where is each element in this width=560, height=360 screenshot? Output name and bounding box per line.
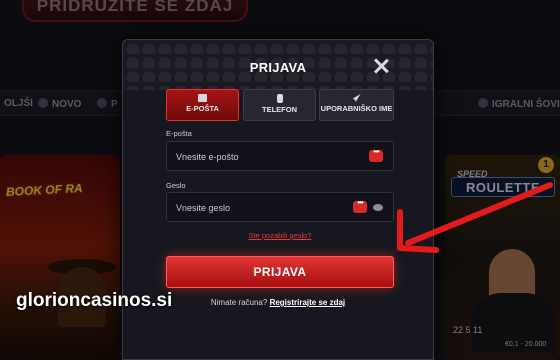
forgot-password-link[interactable]: Ste pozabili geslo?: [166, 231, 394, 240]
signup-text: Nimate računa?: [210, 298, 268, 307]
annotation-arrow-icon: [397, 182, 553, 253]
email-field-box: [166, 141, 394, 171]
tab-username[interactable]: UPORABNIŠKO IME: [319, 89, 394, 121]
rocket-icon: [352, 94, 361, 102]
tab-phone[interactable]: TELEFON: [243, 89, 316, 121]
login-method-tabs: E-POŠTA TELEFON UPORABNIŠKO IME: [166, 89, 394, 121]
email-field[interactable]: [176, 149, 346, 164]
password-manager-icon[interactable]: [369, 147, 383, 162]
login-button[interactable]: PRIJAVA: [166, 256, 394, 288]
password-manager-icon[interactable]: [353, 198, 367, 213]
envelope-icon: [198, 94, 207, 102]
password-field-box: [166, 192, 394, 222]
signup-link[interactable]: Registrirajte se zdaj: [270, 298, 346, 307]
site-watermark: glorioncasinos.si: [16, 290, 173, 311]
email-label: E-pošta: [166, 129, 192, 138]
password-field[interactable]: [176, 200, 346, 215]
eye-icon[interactable]: [373, 204, 383, 211]
password-label: Geslo: [166, 181, 186, 190]
close-icon[interactable]: [373, 58, 389, 74]
phone-icon: [276, 94, 283, 103]
tab-email[interactable]: E-POŠTA: [166, 89, 239, 121]
